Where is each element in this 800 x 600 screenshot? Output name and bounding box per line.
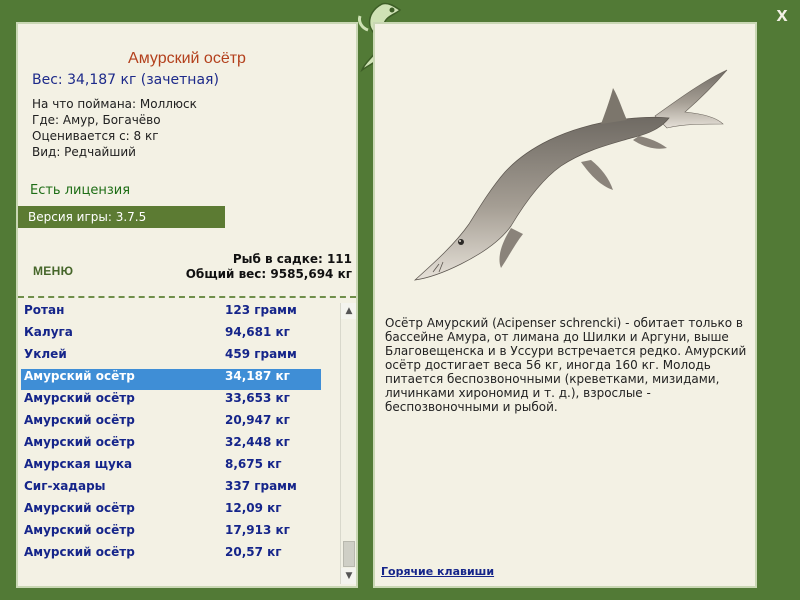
scroll-up-icon[interactable]: ▲ xyxy=(341,303,356,319)
fish-weight-cell: 94,681 кг xyxy=(225,325,290,339)
bait-info: На что поймана: Моллюск xyxy=(32,97,197,111)
close-button[interactable]: x xyxy=(771,4,793,26)
list-item[interactable]: Ротан 123 грамм xyxy=(21,303,321,324)
fish-weight-cell: 20,947 кг xyxy=(225,413,290,427)
fish-name-cell: Ротан xyxy=(24,303,65,317)
kind-info: Вид: Редчайший xyxy=(32,145,136,159)
scrollbar[interactable]: ▲ ▼ xyxy=(340,303,356,584)
fish-weight-cell: 337 грамм xyxy=(225,479,297,493)
fish-weight-cell: 33,653 кг xyxy=(225,391,290,405)
license-status: Есть лицензия xyxy=(30,183,131,198)
scroll-down-icon[interactable]: ▼ xyxy=(341,568,356,584)
sturgeon-image xyxy=(413,69,728,281)
fish-name-cell: Амурская щука xyxy=(24,457,133,471)
list-item[interactable]: Амурский осётр 20,947 кг xyxy=(21,413,321,434)
total-weight: Общий вес: 9585,694 кг xyxy=(185,267,352,281)
fish-weight-cell: 17,913 кг xyxy=(225,523,290,537)
catch-list[interactable]: Ротан 123 грамм Калуга 94,681 кг Уклей 459 гр… xyxy=(21,303,321,583)
list-item[interactable]: Амурский осётр 20,57 кг xyxy=(21,545,321,566)
list-item[interactable]: Амурский осётр 12,09 кг xyxy=(21,501,321,522)
divider xyxy=(18,296,356,298)
fish-weight-cell: 32,448 кг xyxy=(225,435,290,449)
fish-detail-panel: Осётр Амурский (Acipenser schrencki) - о… xyxy=(373,22,757,588)
fish-weight-cell: 8,675 кг xyxy=(225,457,282,471)
fish-name-cell: Амурский осётр xyxy=(24,369,135,383)
fish-name-cell: Амурский осётр xyxy=(24,501,135,515)
list-item[interactable]: Амурский осётр 34,187 кг xyxy=(21,369,321,390)
fish-description: Осётр Амурский (Acipenser schrencki) - о… xyxy=(385,316,747,414)
fish-name-cell: Амурский осётр xyxy=(24,435,135,449)
fish-name-cell: Амурский осётр xyxy=(24,545,135,559)
scroll-thumb[interactable] xyxy=(343,541,355,567)
fish-info-panel: Амурский осётр Вес: 34,187 кг (зачетная)… xyxy=(16,22,358,588)
list-item[interactable]: Амурский осётр 17,913 кг xyxy=(21,523,321,544)
version-bar: Версия игры: 3.7.5 xyxy=(18,206,225,228)
fish-weight-cell: 20,57 кг xyxy=(225,545,282,559)
fish-weight: Вес: 34,187 кг (зачетная) xyxy=(32,72,219,88)
fish-name-cell: Сиг-хадары xyxy=(24,479,106,493)
fish-weight-cell: 12,09 кг xyxy=(225,501,282,515)
hotkeys-link[interactable]: Горячие клавиши xyxy=(381,565,494,578)
fish-name-cell: Амурский осётр xyxy=(24,391,135,405)
rating-info: Оценивается с: 8 кг xyxy=(32,129,159,143)
fish-name-cell: Амурский осётр xyxy=(24,523,135,537)
list-item[interactable]: Амурский осётр 32,448 кг xyxy=(21,435,321,456)
fish-title: Амурский осётр xyxy=(128,50,246,67)
cage-count: Рыб в садке: 111 xyxy=(232,252,352,266)
list-item[interactable]: Амурская щука 8,675 кг xyxy=(21,457,321,478)
fish-name-cell: Уклей xyxy=(24,347,67,361)
list-item[interactable]: Амурский осётр 33,653 кг xyxy=(21,391,321,412)
location-info: Где: Амур, Богачёво xyxy=(32,113,161,127)
fish-weight-cell: 459 грамм xyxy=(225,347,297,361)
fish-weight-cell: 123 грамм xyxy=(225,303,297,317)
fish-weight-cell: 34,187 кг xyxy=(225,369,290,383)
fish-name-cell: Калуга xyxy=(24,325,73,339)
list-item[interactable]: Калуга 94,681 кг xyxy=(21,325,321,346)
cage-stats: Рыб в садке: 111 Общий вес: 9585,694 кг xyxy=(186,252,352,282)
list-item[interactable]: Уклей 459 грамм xyxy=(21,347,321,368)
list-item[interactable]: Сиг-хадары 337 грамм xyxy=(21,479,321,500)
menu-button[interactable]: МЕНЮ xyxy=(33,264,73,278)
fish-name-cell: Амурский осётр xyxy=(24,413,135,427)
